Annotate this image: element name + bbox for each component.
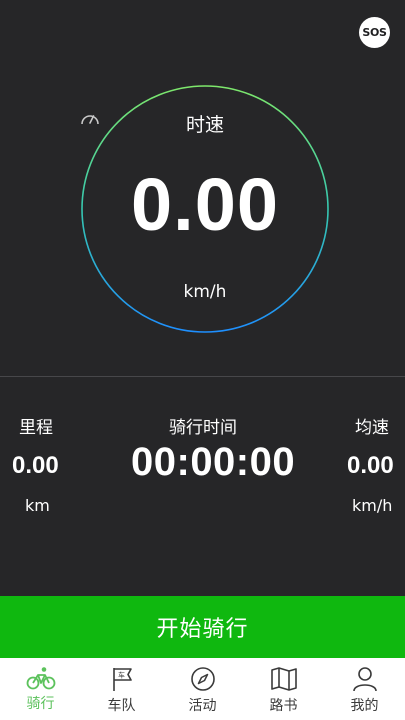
distance-label: 里程	[19, 418, 53, 438]
ride-time-label: 骑行时间	[169, 418, 237, 438]
nav-label-team: 车队	[107, 698, 136, 714]
distance-unit: km	[25, 496, 50, 515]
distance-value: 0.00	[12, 452, 59, 479]
nav-label-activity: 活动	[188, 698, 217, 714]
nav-item-activity[interactable]: 活动	[162, 658, 243, 720]
avg-speed-label: 均速	[355, 418, 389, 438]
speed-value: 0.00	[130, 163, 280, 246]
sos-button[interactable]: SOS	[359, 17, 390, 48]
nav-item-me[interactable]: 我的	[324, 658, 405, 720]
ride-screen: SOS 时速 0.00 km/h 里程 0.00 km 骑行时间 00:00:0…	[0, 0, 405, 720]
nav-label-me: 我的	[350, 698, 379, 714]
divider	[0, 376, 405, 377]
svg-text:车: 车	[118, 671, 125, 680]
speedometer-icon	[81, 115, 99, 125]
flag-icon: 车	[112, 668, 132, 691]
person-icon	[352, 667, 377, 692]
speed-unit: km/h	[183, 282, 227, 302]
bottom-nav: 骑行 车 车队 活动 路书 我的	[0, 658, 405, 720]
avg-speed-unit: km/h	[352, 496, 393, 515]
ride-time-value: 00:00:00	[131, 440, 296, 484]
nav-label-ride: 骑行	[26, 696, 55, 712]
nav-item-ride[interactable]: 骑行	[0, 658, 81, 720]
nav-label-route: 路书	[269, 698, 298, 714]
speed-label-text: 时速	[185, 114, 224, 136]
bicycle-icon	[26, 667, 55, 690]
start-ride-button[interactable]: 开始骑行	[0, 596, 405, 658]
avg-speed-value: 0.00	[347, 452, 394, 479]
nav-item-route[interactable]: 路书	[243, 658, 324, 720]
compass-icon	[190, 667, 215, 691]
speedometer: 时速 0.00 km/h	[80, 84, 330, 334]
nav-item-team[interactable]: 车 车队	[81, 658, 162, 720]
map-icon	[270, 667, 297, 691]
speed-label: 时速	[80, 110, 330, 137]
